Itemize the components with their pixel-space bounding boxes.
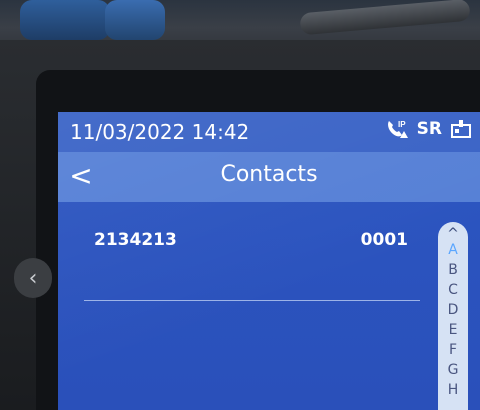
- chevron-left-icon: ‹: [14, 258, 52, 298]
- alpha-letter-f[interactable]: F: [449, 340, 457, 360]
- page-title: Contacts: [220, 162, 318, 187]
- alpha-letter-h[interactable]: H: [448, 380, 459, 400]
- contact-number: 0001: [360, 230, 408, 250]
- alpha-letter-d[interactable]: D: [448, 300, 459, 320]
- alpha-letter-e[interactable]: E: [449, 320, 458, 340]
- list-item[interactable]: 2134213 0001: [84, 228, 420, 301]
- title-bar: < Contacts: [58, 152, 480, 202]
- svg-text:IP: IP: [398, 120, 406, 129]
- status-bar: 11/03/2022 14:42 IP SR: [58, 112, 480, 152]
- alpha-letter-g[interactable]: G: [448, 360, 459, 380]
- contacts-list: 2134213 0001: [58, 202, 428, 410]
- row-divider: [84, 300, 420, 301]
- sr-icon: SR: [416, 119, 442, 139]
- status-icons: IP SR: [385, 118, 472, 140]
- contact-name: 2134213: [94, 230, 177, 250]
- alpha-letter-c[interactable]: C: [448, 280, 458, 300]
- voip-icon: IP: [387, 120, 408, 138]
- cable: [299, 0, 471, 36]
- cable: [105, 0, 165, 40]
- alpha-letter-a[interactable]: A: [448, 240, 458, 260]
- alphabet-index[interactable]: ^ A B C D E F G H: [438, 222, 468, 410]
- alpha-letter-b[interactable]: B: [448, 260, 458, 280]
- status-datetime: 11/03/2022 14:42: [70, 120, 250, 144]
- cable: [20, 0, 110, 40]
- device-icon: [451, 120, 471, 138]
- device-screen: 11/03/2022 14:42 IP SR < Contacts 213421…: [58, 112, 480, 410]
- scroll-up-icon[interactable]: ^: [447, 227, 459, 241]
